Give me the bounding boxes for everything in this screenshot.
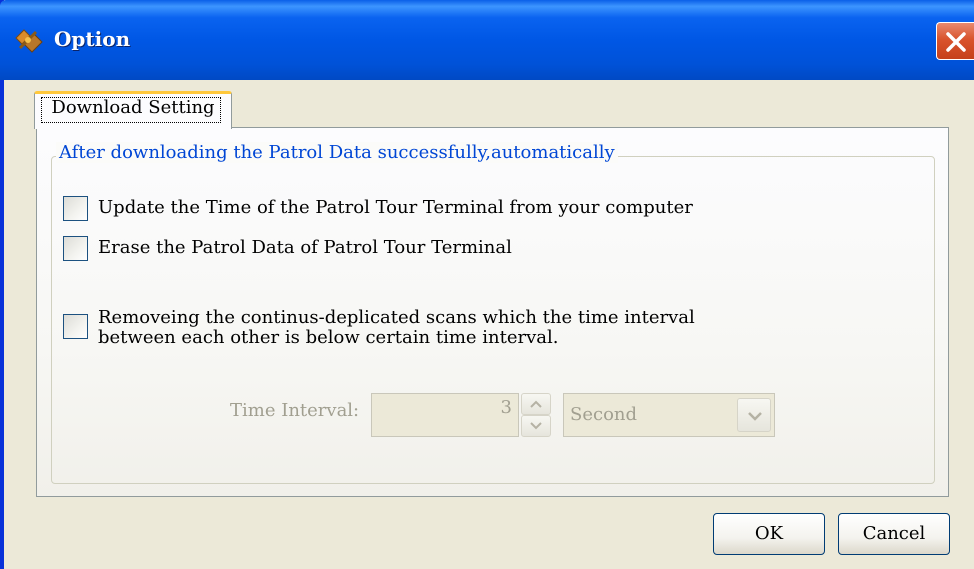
title-bar[interactable]: Option xyxy=(0,0,974,80)
time-interval-value: 3 xyxy=(500,397,512,418)
time-interval-label: Time Interval: xyxy=(230,400,360,421)
remove-duplicates-label-line1[interactable]: Removeing the continus-deplicated scans … xyxy=(98,308,695,328)
chevron-down-icon xyxy=(530,422,542,430)
erase-data-checkbox[interactable] xyxy=(63,236,88,261)
tab-download-setting[interactable]: Download Setting xyxy=(34,91,232,129)
remove-duplicates-label-line2[interactable]: between each other is below certain time… xyxy=(98,328,559,348)
spin-down-button[interactable] xyxy=(521,415,551,437)
close-icon xyxy=(946,32,966,52)
time-interval-input[interactable]: 3 xyxy=(371,393,519,437)
spin-up-button[interactable] xyxy=(521,393,551,415)
cancel-button[interactable]: Cancel xyxy=(838,513,950,555)
remove-duplicates-checkbox[interactable] xyxy=(63,314,88,339)
time-unit-value: Second xyxy=(570,404,638,425)
time-unit-dropdown-button[interactable] xyxy=(737,398,771,432)
tab-label: Download Setting xyxy=(51,97,215,118)
groupbox-legend: After downloading the Patrol Data succes… xyxy=(56,142,618,163)
erase-data-label[interactable]: Erase the Patrol Data of Patrol Tour Ter… xyxy=(98,238,512,258)
close-button[interactable] xyxy=(936,22,974,60)
chevron-up-icon xyxy=(530,400,542,408)
time-interval-spinner[interactable] xyxy=(521,393,551,437)
app-icon xyxy=(14,26,44,54)
time-unit-select[interactable]: Second xyxy=(563,393,775,437)
ok-button[interactable]: OK xyxy=(713,513,825,555)
update-time-checkbox[interactable] xyxy=(63,196,88,221)
update-time-label[interactable]: Update the Time of the Patrol Tour Termi… xyxy=(98,198,693,218)
chevron-down-icon xyxy=(748,412,762,421)
window-title: Option xyxy=(54,27,131,51)
